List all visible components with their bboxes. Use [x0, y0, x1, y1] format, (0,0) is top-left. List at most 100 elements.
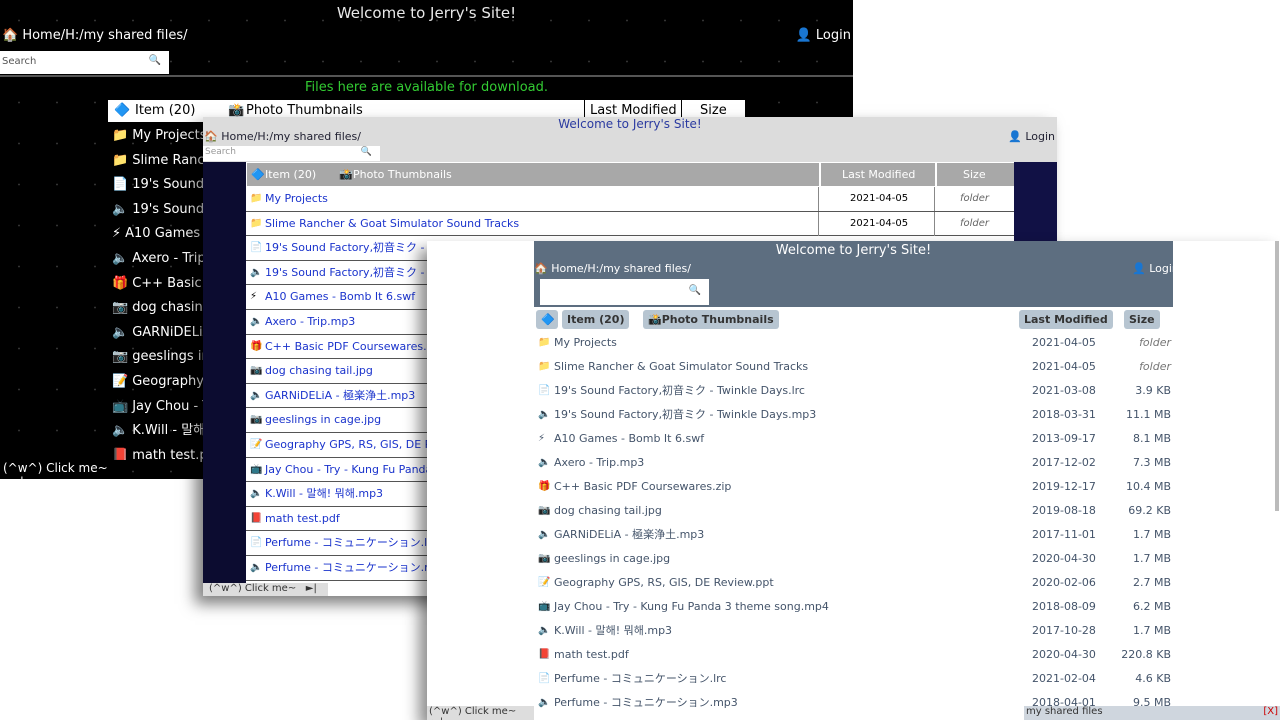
table-row[interactable]: 🔈 K.Will - 말해! 뭐해.mp3 2017-10-28 1.7 MB: [534, 619, 1173, 643]
file-name-link[interactable]: My Projects: [554, 331, 617, 355]
file-name-link[interactable]: GARNiDELiA: [132, 325, 211, 340]
file-name-link[interactable]: 19's Sound Factory,初音ミク - Twinkle Days.m…: [554, 403, 816, 427]
table-row[interactable]: 📷 dog chasing tail.jpg 2019-08-18 69.2 KB: [534, 499, 1173, 523]
file-name-link[interactable]: geeslings in: [132, 349, 210, 364]
breadcrumb-path[interactable]: Home/H:/my shared files/: [551, 262, 691, 275]
file-name-link[interactable]: dog chasing tail.jpg: [265, 359, 373, 383]
search-input[interactable]: Search 🔍: [0, 51, 169, 74]
player-label[interactable]: (^w^) Click me~: [3, 461, 108, 475]
file-name-link[interactable]: Jay Chou - Try - Kung Fu Panda: [265, 458, 432, 482]
table-row[interactable]: 🔈 GARNiDELiA - 極楽浄土.mp3 2017-11-01 1.7 MB: [534, 523, 1173, 547]
file-name-link[interactable]: Geography GPS, RS, GIS, DE Review.ppt: [554, 571, 774, 595]
login-link[interactable]: 👤 Login: [1008, 130, 1055, 143]
item-count-header[interactable]: Item (20): [562, 310, 630, 329]
last-modified-header[interactable]: Last Modified: [1019, 310, 1113, 329]
login-label[interactable]: Login: [1025, 130, 1055, 143]
file-name-link[interactable]: Axero - Trip.mp3: [554, 451, 644, 475]
tab-label[interactable]: my shared files: [1026, 706, 1103, 717]
login-label[interactable]: Login: [1149, 262, 1179, 275]
file-name-link[interactable]: A10 Games: [125, 226, 200, 241]
file-name-link[interactable]: geeslings in cage.jpg: [265, 408, 381, 432]
item-count-header[interactable]: Item (20): [135, 103, 195, 118]
file-name-link[interactable]: Axero - Trip: [132, 251, 205, 266]
item-count-header[interactable]: Item (20): [265, 168, 316, 181]
table-row[interactable]: 📁 My Projects 2021-04-05 folder: [246, 187, 1014, 212]
table-row[interactable]: 📄 Perfume - コミュニケーション.lrc 2021-02-04 4.6 KB: [534, 667, 1173, 691]
file-name-link[interactable]: My Projects: [132, 128, 206, 143]
login-label[interactable]: Login: [816, 28, 851, 43]
close-icon[interactable]: [X]: [1263, 706, 1278, 717]
file-name-link[interactable]: Slime Rancher & Goat Simulator Sound Tra…: [265, 212, 519, 236]
table-row[interactable]: ⚡ A10 Games - Bomb It 6.swf 2013-09-17 8.1 …: [534, 427, 1173, 451]
file-name-link[interactable]: Perfume - コミュニケーション.m: [265, 556, 435, 580]
search-input[interactable]: Search 🔍: [203, 146, 380, 161]
file-name-link[interactable]: 19's Sound Factory,初音ミク - Twinkle Days.l…: [554, 379, 805, 403]
scrollbar[interactable]: [1275, 241, 1279, 511]
table-row[interactable]: 📄 19's Sound Factory,初音ミク - Twinkle Days.…: [534, 379, 1173, 403]
minimized-tab[interactable]: my shared files [X]: [1024, 706, 1280, 720]
table-row[interactable]: 📝 Geography GPS, RS, GIS, DE Review.ppt 20…: [534, 571, 1173, 595]
breadcrumb-path[interactable]: Home/H:/my shared files/: [22, 28, 187, 43]
music-player[interactable]: (^w^) Click me~ ►|: [427, 706, 534, 720]
file-name-link[interactable]: Perfume - コミュニケーション.mp3: [554, 691, 738, 715]
search-icon[interactable]: 🔍: [361, 147, 372, 157]
file-name-link[interactable]: GARNiDELiA - 極楽浄土.mp3: [265, 384, 415, 408]
table-row[interactable]: 📁 My Projects 2021-04-05 folder: [534, 331, 1173, 355]
file-name-link[interactable]: C++ Basic PDF Coursewares.z: [265, 335, 432, 359]
breadcrumb[interactable]: 🏠 Home/H:/my shared files/: [204, 130, 361, 143]
file-name-link[interactable]: My Projects: [265, 187, 328, 211]
table-row[interactable]: 📁 Slime Rancher & Goat Simulator Sound Tr…: [246, 211, 1014, 237]
search-icon[interactable]: 🔍: [689, 285, 701, 296]
breadcrumb[interactable]: 🏠 Home/H:/my shared files/: [2, 28, 188, 43]
file-name-link[interactable]: K.Will - 말해! 뭐해.mp3: [554, 619, 672, 643]
size-header[interactable]: Size: [700, 103, 727, 118]
file-name-link[interactable]: 19's Sound Factory,初音ミク - T: [265, 261, 435, 285]
search-input[interactable]: 🔍: [540, 279, 709, 305]
file-name-link[interactable]: Axero - Trip.mp3: [265, 310, 355, 334]
player-label[interactable]: (^w^) Click me~: [429, 706, 516, 717]
file-name-link[interactable]: dog chasing tail.jpg: [554, 499, 662, 523]
photo-thumbnails-button[interactable]: Photo Thumbnails: [353, 168, 452, 181]
file-name-link[interactable]: math test.pdf: [265, 507, 340, 531]
file-name-link[interactable]: Slime Rancher & Goat Simulator Sound Tra…: [554, 355, 808, 379]
file-name-link[interactable]: 19's Sound Factory,初音ミク - T: [265, 236, 435, 260]
file-name-link[interactable]: geeslings in cage.jpg: [554, 547, 670, 571]
size-header[interactable]: Size: [1124, 310, 1160, 329]
size-header[interactable]: Size: [963, 168, 986, 181]
search-icon[interactable]: 🔍: [149, 55, 161, 66]
player-label[interactable]: (^w^) Click me~: [209, 583, 296, 594]
play-icon[interactable]: ►|: [299, 583, 317, 594]
file-name-link[interactable]: K.Will - 말해! 뭐해.mp3: [265, 482, 383, 506]
table-row[interactable]: 📁 Slime Rancher & Goat Simulator Sound Tr…: [534, 355, 1173, 379]
file-name-link[interactable]: K.Will - 말해: [132, 423, 205, 438]
file-name-link[interactable]: 19's Sound: [132, 177, 204, 192]
music-player[interactable]: (^w^) Click me~ ►|: [0, 460, 130, 479]
photo-thumbnails-button[interactable]: Photo Thumbnails: [246, 103, 363, 118]
file-name-link[interactable]: C++ Basic PDF Coursewares.zip: [554, 475, 731, 499]
file-name-link[interactable]: Perfume - コミュニケーション.lrc: [554, 667, 726, 691]
table-row[interactable]: 🎁 C++ Basic PDF Coursewares.zip 2019-12-17…: [534, 475, 1173, 499]
photo-thumbnails-button[interactable]: 📸Photo Thumbnails: [643, 310, 779, 329]
login-link[interactable]: 👤 Login: [1132, 262, 1179, 275]
breadcrumb[interactable]: 🏠 Home/H:/my shared files/: [534, 262, 691, 275]
file-name-link[interactable]: Jay Chou - Try - Kung Fu Panda 3 theme s…: [554, 595, 829, 619]
login-link[interactable]: 👤 Login: [796, 28, 851, 43]
table-row[interactable]: 📺 Jay Chou - Try - Kung Fu Panda 3 theme …: [534, 595, 1173, 619]
music-player[interactable]: (^w^) Click me~ ►|: [203, 583, 328, 596]
table-row[interactable]: 📷 geeslings in cage.jpg 2020-04-30 1.7 MB: [534, 547, 1173, 571]
file-name-link[interactable]: math test.pdf: [554, 643, 629, 667]
diamond-icon[interactable]: 🔷: [536, 310, 558, 329]
last-modified-header[interactable]: Last Modified: [590, 103, 677, 118]
file-name-link[interactable]: Perfume - コミュニケーション.lr: [265, 531, 432, 555]
file-name-link[interactable]: GARNiDELiA - 極楽浄土.mp3: [554, 523, 704, 547]
last-modified-header[interactable]: Last Modified: [842, 168, 915, 181]
file-name-link[interactable]: dog chasing: [132, 300, 211, 315]
file-name-link[interactable]: Slime Ranch: [132, 153, 213, 168]
table-row[interactable]: 📕 math test.pdf 2020-04-30 220.8 KB: [534, 643, 1173, 667]
file-name-link[interactable]: A10 Games - Bomb It 6.swf: [265, 285, 415, 309]
table-row[interactable]: 🔈 Axero - Trip.mp3 2017-12-02 7.3 MB: [534, 451, 1173, 475]
breadcrumb-path[interactable]: Home/H:/my shared files/: [221, 130, 361, 143]
file-name-link[interactable]: 19's Sound: [132, 202, 204, 217]
file-name-link[interactable]: Geography GPS, RS, GIS, DE R: [265, 433, 432, 457]
file-name-link[interactable]: Jay Chou - T: [132, 399, 210, 414]
